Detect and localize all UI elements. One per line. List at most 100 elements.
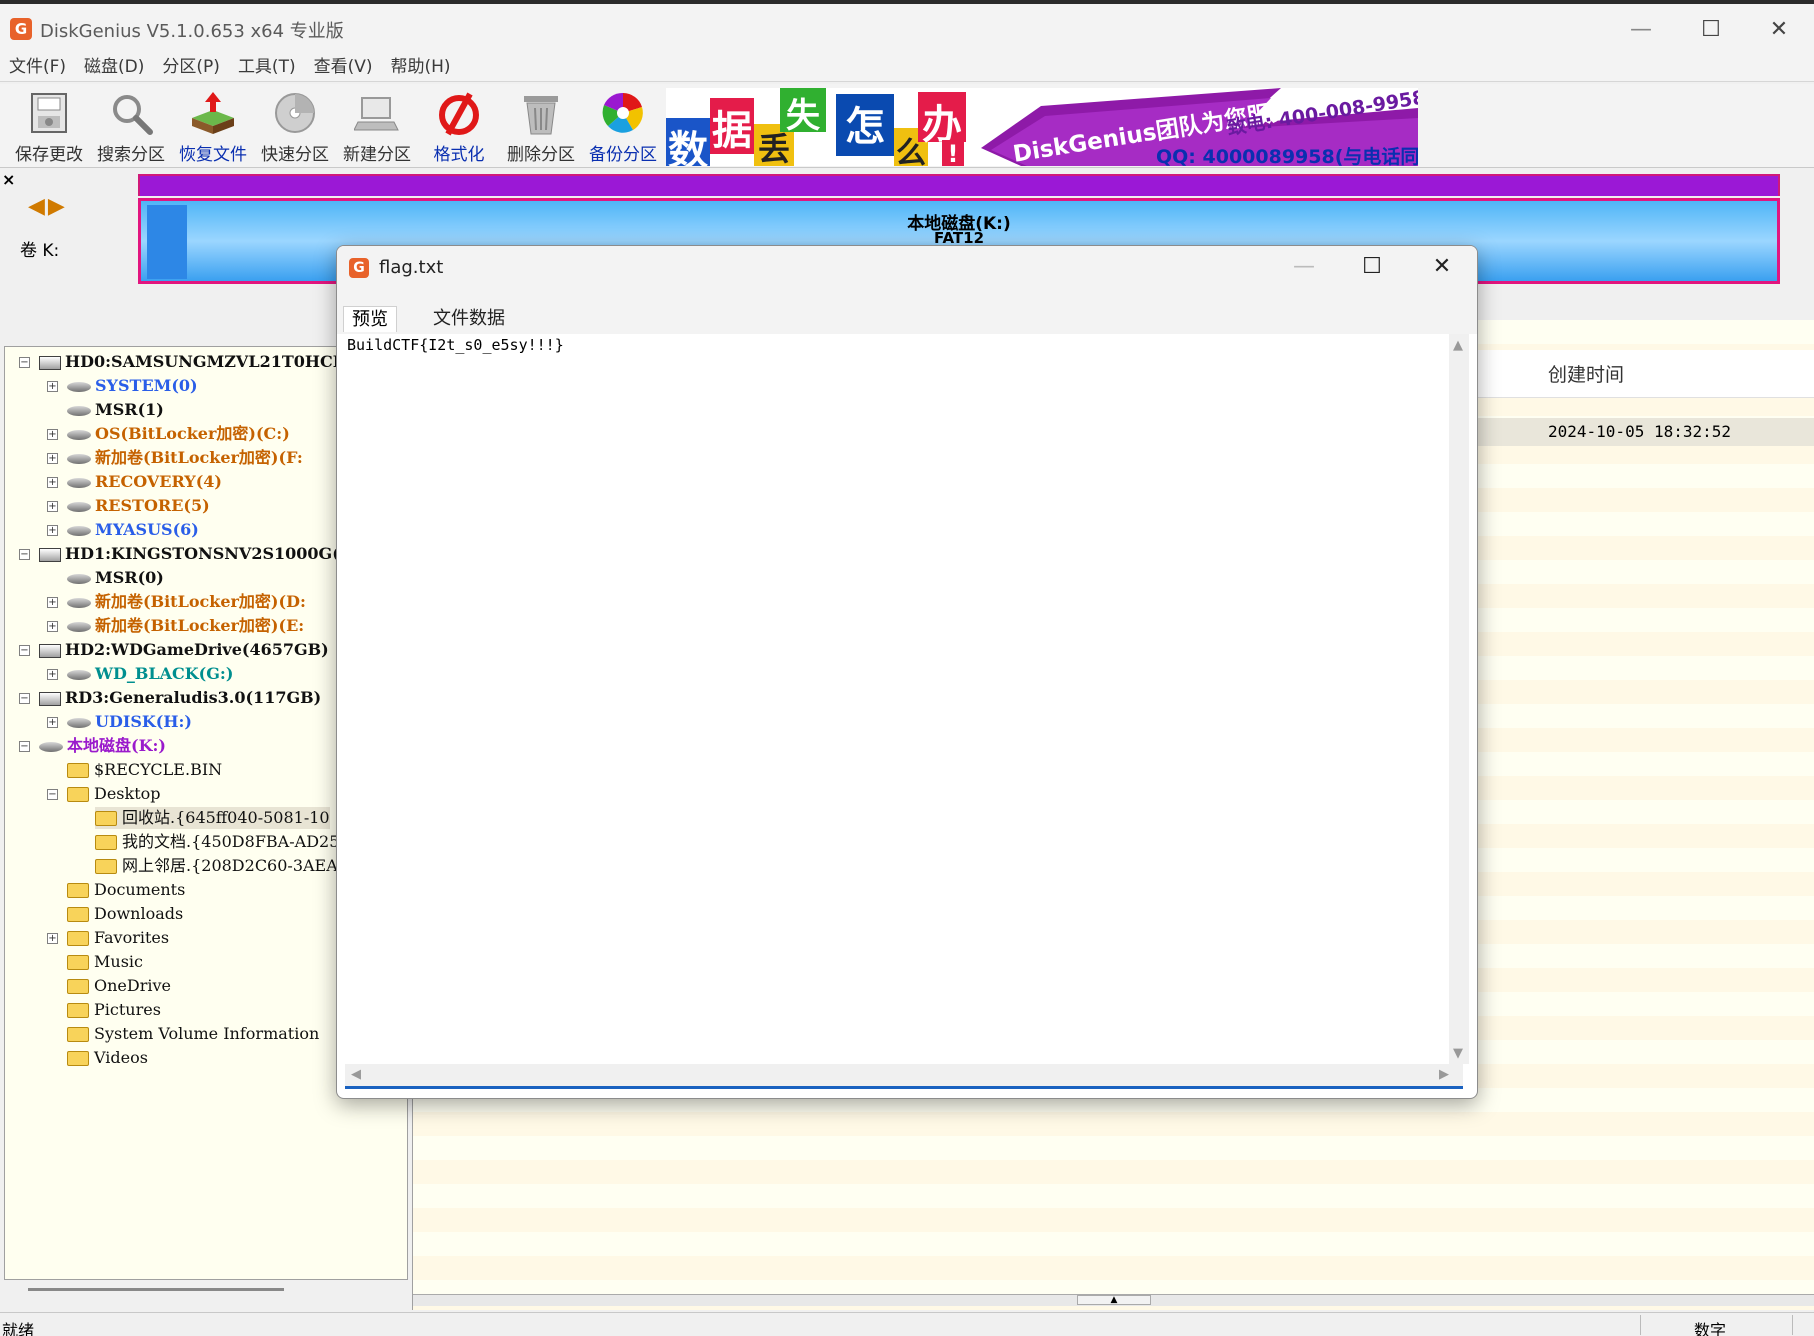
partition-icon: [67, 621, 91, 632]
tree-item[interactable]: RD3:Generaludis3.0(117GB): [39, 687, 321, 709]
maximize-button[interactable]: ☐: [1684, 12, 1738, 48]
new-partition-button[interactable]: 新建分区: [336, 90, 418, 166]
tree-expander-icon[interactable]: +: [47, 621, 58, 632]
tree-item[interactable]: 新加卷(BitLocker加密)(D:: [67, 591, 306, 613]
tree-item[interactable]: 我的文档.{450D8FBA-AD25-: [95, 831, 345, 853]
menu-view[interactable]: 查看(V): [305, 52, 382, 82]
tree-expander-icon[interactable]: +: [47, 525, 58, 536]
tree-horizontal-scrollbar[interactable]: [28, 1288, 284, 1291]
dialog-minimize-button[interactable]: —: [1279, 250, 1329, 284]
tree-item[interactable]: HD0:SAMSUNGMZVL21T0HCLR-00: [39, 351, 386, 373]
tree-item[interactable]: MSR(1): [67, 399, 164, 421]
splitter-bar[interactable]: ▲: [413, 1294, 1814, 1306]
tree-item-label: HD2:WDGameDrive(4657GB): [65, 640, 329, 659]
menu-partition[interactable]: 分区(P): [153, 52, 229, 82]
dialog-maximize-button[interactable]: ☐: [1347, 250, 1397, 284]
tree-item[interactable]: RECOVERY(4): [67, 471, 222, 493]
tree-item[interactable]: UDISK(H:): [67, 711, 192, 733]
tree-item-label: 新加卷(BitLocker加密)(E:: [95, 616, 305, 635]
tree-item[interactable]: Pictures: [67, 999, 161, 1021]
tab-preview[interactable]: 预览: [343, 306, 397, 332]
tree-item[interactable]: Favorites: [67, 927, 169, 949]
tree-item-label: $RECYCLE.BIN: [94, 760, 223, 779]
vertical-scrollbar[interactable]: ▲ ▼: [1449, 334, 1469, 1064]
scroll-left-icon[interactable]: ◀: [351, 1067, 361, 1082]
tree-expander-icon[interactable]: +: [47, 477, 58, 488]
backup-partition-label: 备份分区: [589, 145, 657, 165]
tree-item[interactable]: $RECYCLE.BIN: [67, 759, 222, 781]
tree-item[interactable]: 新加卷(BitLocker加密)(E:: [67, 615, 304, 637]
menu-disk[interactable]: 磁盘(D): [75, 52, 153, 82]
tree-expander-icon[interactable]: +: [47, 429, 58, 440]
tree-item[interactable]: System Volume Information: [67, 1023, 319, 1045]
tree-expander-icon[interactable]: +: [47, 933, 58, 944]
close-panel-icon[interactable]: ×: [2, 170, 15, 189]
horizontal-scrollbar[interactable]: ◀ ▶: [345, 1064, 1463, 1086]
menu-help[interactable]: 帮助(H): [382, 52, 460, 82]
tree-item[interactable]: 新加卷(BitLocker加密)(F:: [67, 447, 303, 469]
tree-item[interactable]: 本地磁盘(K:): [39, 735, 166, 757]
menu-tools[interactable]: 工具(T): [229, 52, 305, 82]
tree-item[interactable]: HD2:WDGameDrive(4657GB): [39, 639, 329, 661]
dialog-close-button[interactable]: ✕: [1417, 250, 1467, 284]
tree-expander-icon[interactable]: −: [19, 549, 30, 560]
tree-expander-icon[interactable]: +: [47, 501, 58, 512]
tree-item[interactable]: MSR(0): [67, 567, 164, 589]
banner-tile: 据: [710, 98, 754, 154]
disk-usage-bar: [138, 174, 1780, 196]
scroll-up-icon[interactable]: ▲: [1453, 338, 1463, 353]
tree-item[interactable]: Downloads: [67, 903, 183, 925]
tree-item[interactable]: WD_BLACK(G:): [67, 663, 233, 685]
tree-item[interactable]: Music: [67, 951, 143, 973]
tree-expander-icon[interactable]: −: [19, 645, 30, 656]
new-partition-label: 新建分区: [343, 145, 411, 165]
tree-item[interactable]: Documents: [67, 879, 185, 901]
status-divider: [1640, 1315, 1641, 1335]
tree-item[interactable]: OS(BitLocker加密)(C:): [67, 423, 290, 445]
tree-item[interactable]: OneDrive: [67, 975, 171, 997]
search-partition-button[interactable]: 搜索分区: [90, 90, 172, 166]
tab-file-data[interactable]: 文件数据: [425, 306, 513, 332]
tree-item[interactable]: MYASUS(6): [67, 519, 199, 541]
tree-expander-icon[interactable]: +: [47, 597, 58, 608]
tree-item[interactable]: 网上邻居.{208D2C60-3AEA-: [95, 855, 343, 877]
column-created-time[interactable]: 创建时间: [1548, 360, 1624, 387]
splitter-grip-icon[interactable]: ▲: [1077, 1295, 1151, 1305]
close-button[interactable]: ✕: [1752, 12, 1806, 48]
tree-expander-icon[interactable]: +: [47, 669, 58, 680]
folder-icon: [67, 787, 89, 802]
disk-icon: [39, 547, 61, 562]
tree-expander-icon[interactable]: +: [47, 453, 58, 464]
format-button[interactable]: 格式化: [418, 90, 500, 166]
tree-expander-icon[interactable]: +: [47, 717, 58, 728]
tree-item-label: RD3:Generaludis3.0(117GB): [65, 688, 322, 707]
quick-partition-button[interactable]: 快速分区: [254, 90, 336, 166]
menu-file[interactable]: 文件(F): [0, 52, 75, 82]
tree-item[interactable]: RESTORE(5): [67, 495, 210, 517]
tree-expander-icon[interactable]: −: [19, 693, 30, 704]
tree-expander-icon[interactable]: −: [47, 789, 58, 800]
scroll-right-icon[interactable]: ▶: [1439, 1067, 1449, 1082]
tree-expander-icon[interactable]: −: [19, 741, 30, 752]
minimize-button[interactable]: —: [1614, 12, 1668, 48]
tree-item[interactable]: 回收站.{645ff040-5081-10: [95, 807, 330, 829]
disk-icon: [39, 691, 61, 706]
tree-item-label: Music: [94, 952, 143, 971]
tree-item[interactable]: SYSTEM(0): [67, 375, 198, 397]
file-preview-content[interactable]: BuildCTF{I2t_s0_e5sy!!!} ▲ ▼: [345, 334, 1469, 1064]
advertisement-banner[interactable]: 数 据 丢 失 怎 么 办 ! DiskGenius团队为您服务! 致电: 40…: [666, 88, 1418, 166]
save-changes-button[interactable]: 保存更改: [8, 90, 90, 166]
backup-partition-button[interactable]: 备份分区: [582, 90, 664, 166]
tree-expander-icon[interactable]: −: [19, 357, 30, 368]
tree-item[interactable]: Desktop: [67, 783, 161, 805]
delete-partition-button[interactable]: 删除分区: [500, 90, 582, 166]
scroll-down-icon[interactable]: ▼: [1453, 1046, 1463, 1061]
recover-files-button[interactable]: 恢复文件: [172, 90, 254, 166]
disk-nav-arrows-icon[interactable]: ◀ ▶: [28, 194, 65, 219]
tree-item[interactable]: HD1:KINGSTONSNV2S1000G(932: [39, 543, 373, 565]
tree-item-label: SYSTEM(0): [95, 376, 198, 395]
tree-item[interactable]: Videos: [67, 1047, 148, 1069]
tree-expander-icon[interactable]: +: [47, 381, 58, 392]
tree-item-label: MYASUS(6): [95, 520, 199, 539]
tree-item-label: Pictures: [94, 1000, 161, 1019]
